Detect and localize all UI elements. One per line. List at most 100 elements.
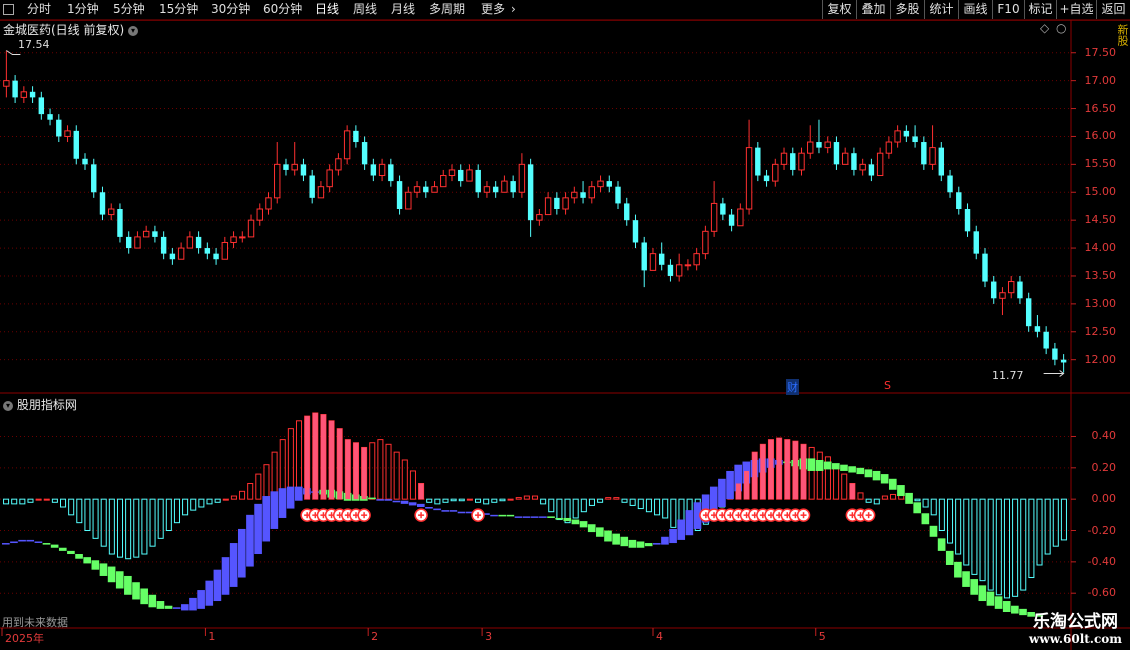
candle-body xyxy=(274,163,281,199)
band-segment xyxy=(661,536,669,545)
histogram-bar-filled xyxy=(345,439,351,500)
candle-body xyxy=(221,241,229,260)
histogram-bar xyxy=(588,498,595,506)
band-segment xyxy=(457,511,466,514)
candle-body xyxy=(186,236,194,249)
histogram-bar xyxy=(629,498,636,506)
histogram-bar xyxy=(556,498,563,521)
band-segment xyxy=(172,607,181,609)
candle-body xyxy=(588,186,596,199)
candle-body xyxy=(912,136,918,143)
band-segment xyxy=(50,544,59,548)
band-segment xyxy=(115,571,124,589)
indicator-tick-label: 0.20 xyxy=(1091,460,1117,474)
band-segment xyxy=(237,528,246,578)
candle-body xyxy=(684,264,692,267)
candle-body xyxy=(956,192,962,209)
band-segment xyxy=(42,543,51,545)
band-segment xyxy=(815,459,824,471)
band-segment xyxy=(91,560,100,570)
candle-body xyxy=(378,163,386,177)
candle-body xyxy=(195,236,202,249)
chevron-down-icon[interactable]: ▾ xyxy=(3,400,13,411)
histogram-bar xyxy=(515,497,522,500)
histogram-bar xyxy=(670,498,677,528)
band-segment xyxy=(897,485,905,497)
candle-body xyxy=(658,253,665,265)
price-tick-label: 16.50 xyxy=(1084,101,1117,115)
band-segment xyxy=(498,514,507,517)
band-segment xyxy=(807,458,816,471)
histogram-bar xyxy=(922,498,929,508)
band-segment xyxy=(83,557,92,564)
band-segment xyxy=(530,516,539,518)
finance-mark[interactable]: 财 xyxy=(786,379,799,395)
candle-body xyxy=(772,163,779,182)
high-price-label: 17.54 xyxy=(18,38,50,51)
candle-body xyxy=(1060,359,1067,363)
band-segment xyxy=(888,478,897,490)
band-segment xyxy=(417,503,425,507)
histogram-bar xyxy=(654,498,661,516)
band-segment xyxy=(278,488,287,518)
histogram-bar xyxy=(92,498,99,539)
histogram-bar xyxy=(393,451,400,500)
histogram-bar xyxy=(1028,498,1035,579)
histogram-bar xyxy=(51,498,58,503)
band-segment xyxy=(872,470,881,481)
candle-body xyxy=(423,186,429,193)
indicator-tick-label: -0.20 xyxy=(1087,523,1116,537)
histogram-bar xyxy=(491,498,498,503)
histogram-bar xyxy=(1052,498,1059,547)
candle-body xyxy=(335,158,342,171)
band-segment xyxy=(986,591,995,606)
chevron-down-icon[interactable]: ▾ xyxy=(128,25,139,36)
histogram-bar xyxy=(68,498,75,516)
candle-body xyxy=(527,164,534,221)
band-segment xyxy=(579,521,588,528)
band-segment xyxy=(67,550,75,555)
candle-body xyxy=(973,231,979,254)
histogram-bar xyxy=(507,498,514,501)
candle-body xyxy=(755,147,761,176)
band-segment xyxy=(221,557,230,595)
candle-body xyxy=(73,130,79,159)
candle-body xyxy=(675,264,683,277)
histogram-bar xyxy=(475,498,482,503)
candle-body xyxy=(824,141,831,149)
candle-body xyxy=(396,181,403,209)
histogram-bar xyxy=(182,498,189,516)
candle-body xyxy=(326,169,333,188)
band-segment xyxy=(840,464,848,471)
candle-body xyxy=(780,152,788,165)
candle-body xyxy=(247,219,255,238)
histogram-bar xyxy=(255,473,262,500)
histogram-bar-filled xyxy=(760,444,766,500)
sell-mark[interactable]: S xyxy=(884,379,891,392)
band-segment xyxy=(1011,605,1019,614)
histogram-bar xyxy=(165,498,172,532)
band-segment xyxy=(929,525,938,537)
indicator-tick-label: -0.60 xyxy=(1087,586,1116,600)
band-segment xyxy=(978,585,987,602)
band-segment xyxy=(848,466,856,473)
band-segment xyxy=(376,499,384,501)
candle-body xyxy=(353,130,359,143)
candle-body xyxy=(405,191,412,210)
histogram-bar xyxy=(149,498,156,547)
candle-body xyxy=(1025,298,1032,327)
histogram-bar-filled xyxy=(320,414,326,500)
diamond-icon[interactable]: ◇ xyxy=(1040,21,1049,35)
band-segment xyxy=(213,569,222,602)
band-segment xyxy=(864,469,873,478)
histogram-bar xyxy=(857,492,864,500)
band-segment xyxy=(571,519,580,525)
band-segment xyxy=(197,590,205,609)
candle-body xyxy=(885,141,893,154)
histogram-bar xyxy=(27,498,34,503)
settings-dot-icon[interactable]: ○ xyxy=(1056,21,1066,35)
band-segment xyxy=(905,492,913,504)
histogram-bar xyxy=(808,446,815,500)
candle-body xyxy=(29,91,36,98)
histogram-bar xyxy=(426,498,433,503)
